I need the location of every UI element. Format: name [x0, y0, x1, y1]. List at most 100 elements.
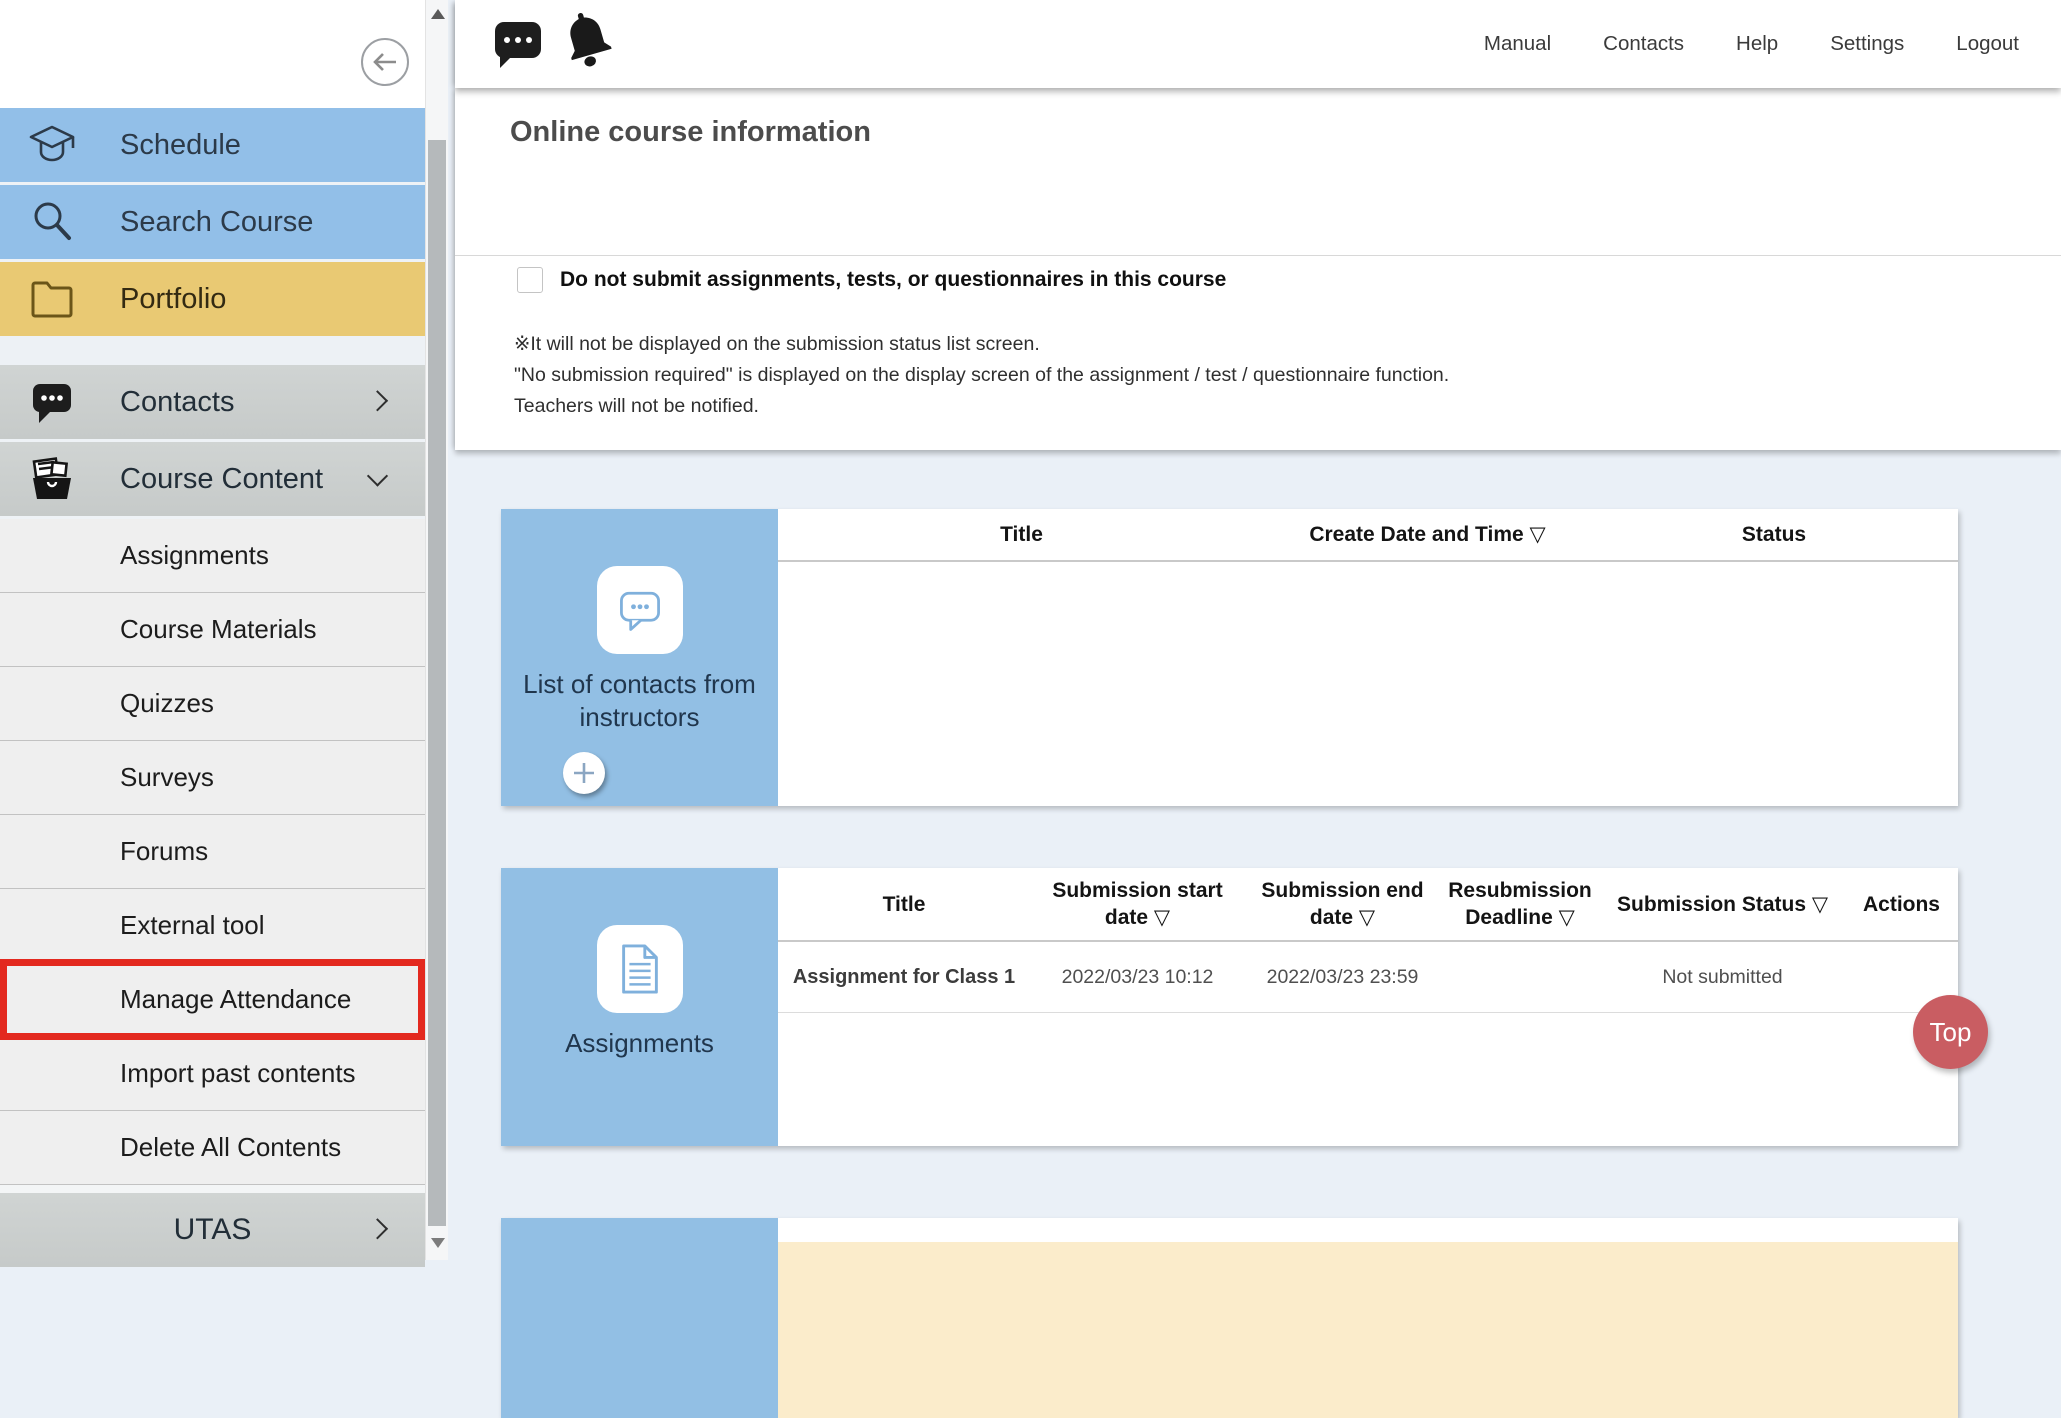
sidebar-subitem-manage-attendance[interactable]: Manage Attendance	[0, 963, 425, 1037]
sidebar-subitem-label: Delete All Contents	[120, 1132, 341, 1163]
sidebar-subitem-surveys[interactable]: Surveys	[0, 741, 425, 815]
page-title: Online course information	[510, 116, 871, 149]
sidebar-subitem-assignments[interactable]: Assignments	[0, 519, 425, 593]
next-card-side	[501, 1218, 778, 1418]
note-line: Teachers will not be notified.	[514, 391, 1449, 422]
sidebar-subitem-course-materials[interactable]: Course Materials	[0, 593, 425, 667]
sidebar-item-search-course[interactable]: Search Course	[0, 185, 425, 259]
arrow-left-icon	[371, 51, 399, 73]
sidebar: Schedule Search Course Portfolio	[0, 0, 425, 1260]
column-submission-end-sort[interactable]: Submission end date ▽	[1245, 877, 1440, 931]
sidebar-subitem-label: Quizzes	[120, 688, 214, 719]
nav-help[interactable]: Help	[1736, 32, 1778, 56]
cell-submission-start: 2022/03/23 10:12	[1030, 965, 1245, 989]
sidebar-subitem-label: Assignments	[120, 540, 269, 571]
chevron-right-icon	[367, 1218, 388, 1239]
next-card-partial	[501, 1218, 1958, 1418]
assignments-table-header: Title Submission start date ▽ Submission…	[778, 868, 1958, 940]
no-submit-checkbox[interactable]	[517, 267, 543, 293]
assignments-card-side: Assignments	[501, 868, 778, 1146]
cell-assignment-title: Assignment for Class 1	[778, 965, 1030, 989]
card-label: List of contacts from instructors	[501, 668, 778, 734]
sidebar-subitem-external-tool[interactable]: External tool	[0, 889, 425, 963]
sidebar-item-label: Schedule	[120, 129, 241, 162]
messages-button[interactable]	[495, 22, 543, 62]
sidebar-item-label: Course Content	[120, 463, 323, 496]
assignments-table: Title Submission start date ▽ Submission…	[778, 868, 1958, 1146]
contacts-card: List of contacts from instructors Title …	[501, 509, 1958, 806]
sidebar-item-label: Search Course	[120, 206, 313, 239]
sidebar-subitem-label: External tool	[120, 910, 265, 941]
chevron-right-icon	[367, 390, 388, 411]
column-title[interactable]: Title	[778, 891, 1030, 918]
scroll-to-top-button[interactable]: Top	[1913, 995, 1988, 1069]
column-status[interactable]: Status	[1590, 521, 1958, 548]
top-navigation: Manual Contacts Help Settings Logout	[1484, 0, 2019, 88]
bell-icon	[553, 2, 621, 75]
sidebar-scrollbar	[425, 0, 448, 1260]
chat-bubble-icon	[495, 22, 541, 58]
table-row: Assignment for Class 1 2022/03/23 10:12 …	[778, 942, 1958, 1013]
sidebar-item-label: Contacts	[120, 386, 234, 419]
sidebar-item-contacts[interactable]: Contacts	[0, 365, 425, 439]
sidebar-item-schedule[interactable]: Schedule	[0, 108, 425, 182]
sidebar-collapse-button[interactable]	[361, 38, 409, 86]
chevron-down-icon	[367, 465, 388, 486]
sidebar-spacer	[0, 1185, 425, 1193]
scrollbar-down-arrow[interactable]	[431, 1238, 445, 1248]
sidebar-item-course-content[interactable]: Course Content	[0, 442, 425, 516]
sidebar-subitem-label: Course Materials	[120, 614, 317, 645]
table-row-highlighted	[778, 1242, 1958, 1418]
divider	[455, 255, 2061, 256]
column-submission-status-sort[interactable]: Submission Status ▽	[1600, 891, 1845, 918]
contacts-tile	[597, 566, 683, 654]
sidebar-subitem-label: Forums	[120, 836, 208, 867]
sidebar-item-utas[interactable]: UTAS	[0, 1193, 425, 1267]
nav-settings[interactable]: Settings	[1830, 32, 1904, 56]
contacts-card-side: List of contacts from instructors	[501, 509, 778, 806]
main-area: Manual Contacts Help Settings Logout Onl…	[455, 0, 2061, 1260]
no-submit-option-row: Do not submit assignments, tests, or que…	[517, 267, 1226, 293]
assignments-card: Assignments Title Submission start date …	[501, 868, 1958, 1146]
sidebar-subitem-delete-all-contents[interactable]: Delete All Contents	[0, 1111, 425, 1185]
table-row	[778, 1218, 1958, 1242]
sidebar-subitem-label: Manage Attendance	[120, 984, 351, 1015]
scrollbar-thumb[interactable]	[428, 140, 446, 1226]
sidebar-header	[0, 0, 425, 108]
scrollbar-up-arrow[interactable]	[431, 9, 445, 19]
sidebar-item-portfolio[interactable]: Portfolio	[0, 262, 425, 336]
nav-manual[interactable]: Manual	[1484, 32, 1551, 56]
card-label: Assignments	[565, 1027, 714, 1060]
add-contact-button[interactable]	[563, 752, 605, 794]
sidebar-item-label: UTAS	[174, 1213, 252, 1247]
column-submission-start-sort[interactable]: Submission start date ▽	[1030, 877, 1245, 931]
column-create-date-sort[interactable]: Create Date and Time ▽	[1265, 521, 1590, 548]
notifications-button[interactable]	[560, 8, 616, 70]
chat-bubble-tail	[500, 54, 514, 68]
sidebar-subitem-forums[interactable]: Forums	[0, 815, 425, 889]
notes-block: ※It will not be displayed on the submiss…	[514, 329, 1449, 422]
sidebar-subitem-import-past-contents[interactable]: Import past contents	[0, 1037, 425, 1111]
column-resubmission-deadline-sort[interactable]: Resubmission Deadline ▽	[1440, 877, 1600, 931]
column-title[interactable]: Title	[778, 521, 1265, 548]
nav-contacts[interactable]: Contacts	[1603, 32, 1684, 56]
plus-icon	[572, 761, 596, 785]
sidebar-spacer	[0, 336, 425, 365]
sidebar-subitem-quizzes[interactable]: Quizzes	[0, 667, 425, 741]
sidebar-subitem-label: Import past contents	[120, 1058, 356, 1089]
next-card-table	[778, 1218, 1958, 1418]
content-box-icon	[28, 455, 76, 503]
column-actions: Actions	[1845, 891, 1958, 918]
note-line: ※It will not be displayed on the submiss…	[514, 329, 1449, 360]
document-icon	[617, 943, 663, 995]
assignments-tile	[597, 925, 683, 1013]
chat-bubble-outline-icon	[614, 584, 666, 636]
contacts-table-header: Title Create Date and Time ▽ Status	[778, 509, 1958, 560]
cell-submission-end: 2022/03/23 23:59	[1245, 965, 1440, 989]
course-info-panel: Online course information Do not submit …	[455, 88, 2061, 450]
chat-bubble-icon	[28, 378, 76, 426]
top-bar: Manual Contacts Help Settings Logout	[455, 0, 2061, 88]
search-icon	[28, 198, 76, 246]
scroll-to-top-label: Top	[1930, 1017, 1972, 1048]
nav-logout[interactable]: Logout	[1956, 32, 2019, 56]
